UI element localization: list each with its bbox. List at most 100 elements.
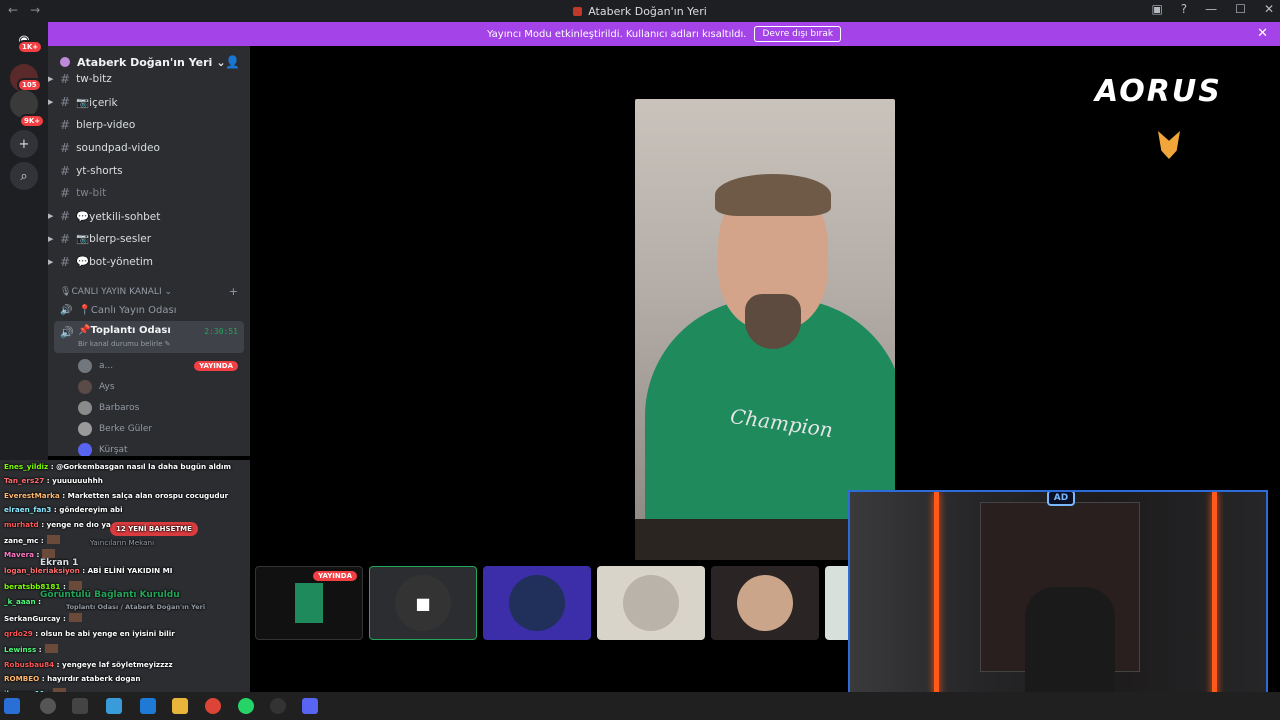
hash-icon: # (60, 140, 71, 155)
channel-item[interactable]: # tw-bit (48, 182, 250, 205)
partial-channel-name: Yaıncıların Mekanı (90, 538, 155, 547)
task-view-icon[interactable] (72, 698, 88, 714)
chat-text: : @Gorkembasgan nasıl la daha bugün aldı… (48, 462, 231, 471)
chat-user: qrdo29 (4, 629, 33, 638)
voice-user[interactable]: a... YAYINDA (48, 355, 250, 376)
search-icon[interactable] (40, 698, 56, 714)
led-strip (934, 492, 939, 716)
voice-users: a... YAYINDA Ays Barbaros Berke Güler Kür… (48, 355, 250, 456)
obs-icon[interactable] (270, 698, 286, 714)
voice-user[interactable]: Ays (48, 376, 250, 397)
expand-icon: ▶ (48, 75, 54, 84)
channel-status[interactable]: Bir kanal durumu belirle ✎ (78, 340, 171, 348)
discord-icon[interactable] (302, 698, 318, 714)
channel-sidebar: Ataberk Doğan'ın Yeri ⌄ 👤 ▶ # tw-bitz ▶ # 📷i… (48, 46, 250, 456)
hash-icon: # (60, 186, 71, 201)
chat-text: : Marketten salça alan orospu cocugudur (59, 491, 229, 500)
overlay-logo: AD (1047, 492, 1075, 506)
speaker-icon: 🔊 (60, 326, 74, 340)
chat-user: zane_mc (4, 536, 39, 545)
avatar (78, 379, 92, 394)
add-server-icon[interactable]: + (10, 130, 38, 158)
chat-user: beratsbb8181 (4, 582, 61, 591)
channel-item[interactable]: ▶ # 📷blerp-sesler (48, 228, 250, 251)
emote-icon (46, 535, 60, 544)
outlook-icon[interactable] (140, 698, 156, 714)
chat-text: : göndereyim abi (51, 505, 123, 514)
mic-icon: 🎙 (60, 287, 72, 298)
voice-channel[interactable]: 🔊 📍Canlı Yayın Odası (48, 299, 250, 321)
expand-icon: ▶ (48, 257, 54, 266)
stream-thumbnail (295, 583, 323, 623)
channel-name: soundpad-video (76, 141, 160, 154)
window-controls: ▣ ? — ☐ ✕ (1151, 2, 1274, 16)
disable-streamer-mode-button[interactable]: Devre dışı bırak (754, 26, 842, 42)
voice-channel-name: 📍Canlı Yayın Odası (78, 304, 177, 316)
emote-icon (68, 613, 82, 622)
chat-text: : olsun be abi yenge en iyisini bilir (32, 629, 175, 638)
channel-item[interactable]: # yt-shorts (48, 159, 250, 182)
voice-connected-status: Görüntülü Bağlantı Kuruldu (40, 590, 180, 600)
stream-tile[interactable]: YAYINDA (255, 566, 363, 640)
participant-tile[interactable]: ■ (369, 566, 477, 640)
voice-channel-name: 📌Toplantı Odası (78, 325, 171, 337)
participant-tiles: YAYINDA ■ (255, 566, 855, 640)
banner-close-icon[interactable]: ✕ (1257, 26, 1268, 41)
banner-text: Yayıncı Modu etkinleştirildi. Kullanıcı … (486, 28, 747, 40)
server-logo-icon (60, 57, 70, 67)
user-name: Ays (99, 381, 115, 392)
channel-name: yt-shorts (76, 164, 123, 177)
active-voice-channel[interactable]: 🔊 📌Toplantı Odası Bir kanal durumu belir… (54, 321, 244, 354)
channel-name: 💬yetkili-sohbet (76, 210, 161, 223)
explore-icon[interactable]: ⌕ (10, 162, 38, 190)
speaker-icon: 🔊 (60, 304, 73, 316)
hash-icon: # (60, 209, 71, 224)
channel-item[interactable]: # soundpad-video (48, 136, 250, 159)
chat-user: Tan_ers27 (4, 476, 45, 485)
channel-item[interactable]: ▶ # tw-bitz (48, 68, 250, 91)
voice-user[interactable]: Barbaros (48, 397, 250, 418)
maximize-button[interactable]: ☐ (1235, 2, 1246, 16)
voice-connected-sub: Toplantı Odası / Ataberk Doğan'ın Yeri (66, 603, 206, 611)
inbox-icon[interactable]: ▣ (1151, 2, 1162, 16)
minimize-button[interactable]: — (1205, 2, 1217, 16)
avatar (78, 358, 92, 373)
chrome-icon[interactable] (205, 698, 221, 714)
invite-icon[interactable]: 👤 (225, 55, 240, 69)
avatar (78, 442, 92, 456)
channel-item[interactable]: ▶ # 📷içerik (48, 91, 250, 114)
chat-user: Robusbau84 (4, 660, 55, 669)
participant-tile[interactable] (483, 566, 591, 640)
channel-name: blerp-video (76, 118, 136, 131)
category-header[interactable]: 🎙CANLI YAYIN KANALI ⌄ + (48, 273, 250, 299)
close-button[interactable]: ✕ (1264, 2, 1274, 16)
explorer-icon[interactable] (172, 698, 188, 714)
voice-user[interactable]: Kürşat (48, 439, 250, 456)
participant-tile[interactable] (597, 566, 705, 640)
streamer-mode-banner: Yayıncı Modu etkinleştirildi. Kullanıcı … (48, 22, 1280, 46)
live-badge: YAYINDA (313, 571, 357, 581)
person-hair (715, 174, 831, 216)
led-strip (1212, 492, 1217, 716)
copilot-icon[interactable] (106, 698, 122, 714)
channel-item[interactable]: # blerp-video (48, 114, 250, 137)
whatsapp-icon[interactable] (238, 698, 254, 714)
participant-tile[interactable] (711, 566, 819, 640)
channel-name: 📷içerik (76, 96, 118, 109)
channel-item[interactable]: ▶ # 💬yetkili-sohbet (48, 205, 250, 228)
chat-text: : yenge ne dıo ya (38, 520, 111, 529)
help-icon[interactable]: ? (1181, 2, 1187, 16)
channel-name: tw-bit (76, 187, 107, 200)
hash-icon: # (60, 95, 71, 110)
person-beard (745, 294, 801, 349)
voice-user[interactable]: Berke Güler (48, 418, 250, 439)
hash-icon: # (60, 163, 71, 178)
create-channel-icon[interactable]: + (229, 285, 238, 298)
start-icon[interactable] (4, 698, 20, 714)
expand-icon: ▶ (48, 98, 54, 107)
channel-item[interactable]: ▶ # 💬bot-yönetim (48, 250, 250, 273)
chat-text: : (33, 550, 40, 559)
chat-user: _k_aaan (4, 597, 36, 606)
new-mentions-badge[interactable]: 12 YENİ BAHSETME (110, 522, 198, 536)
category-name: CANLI YAYIN KANALI (71, 287, 162, 298)
